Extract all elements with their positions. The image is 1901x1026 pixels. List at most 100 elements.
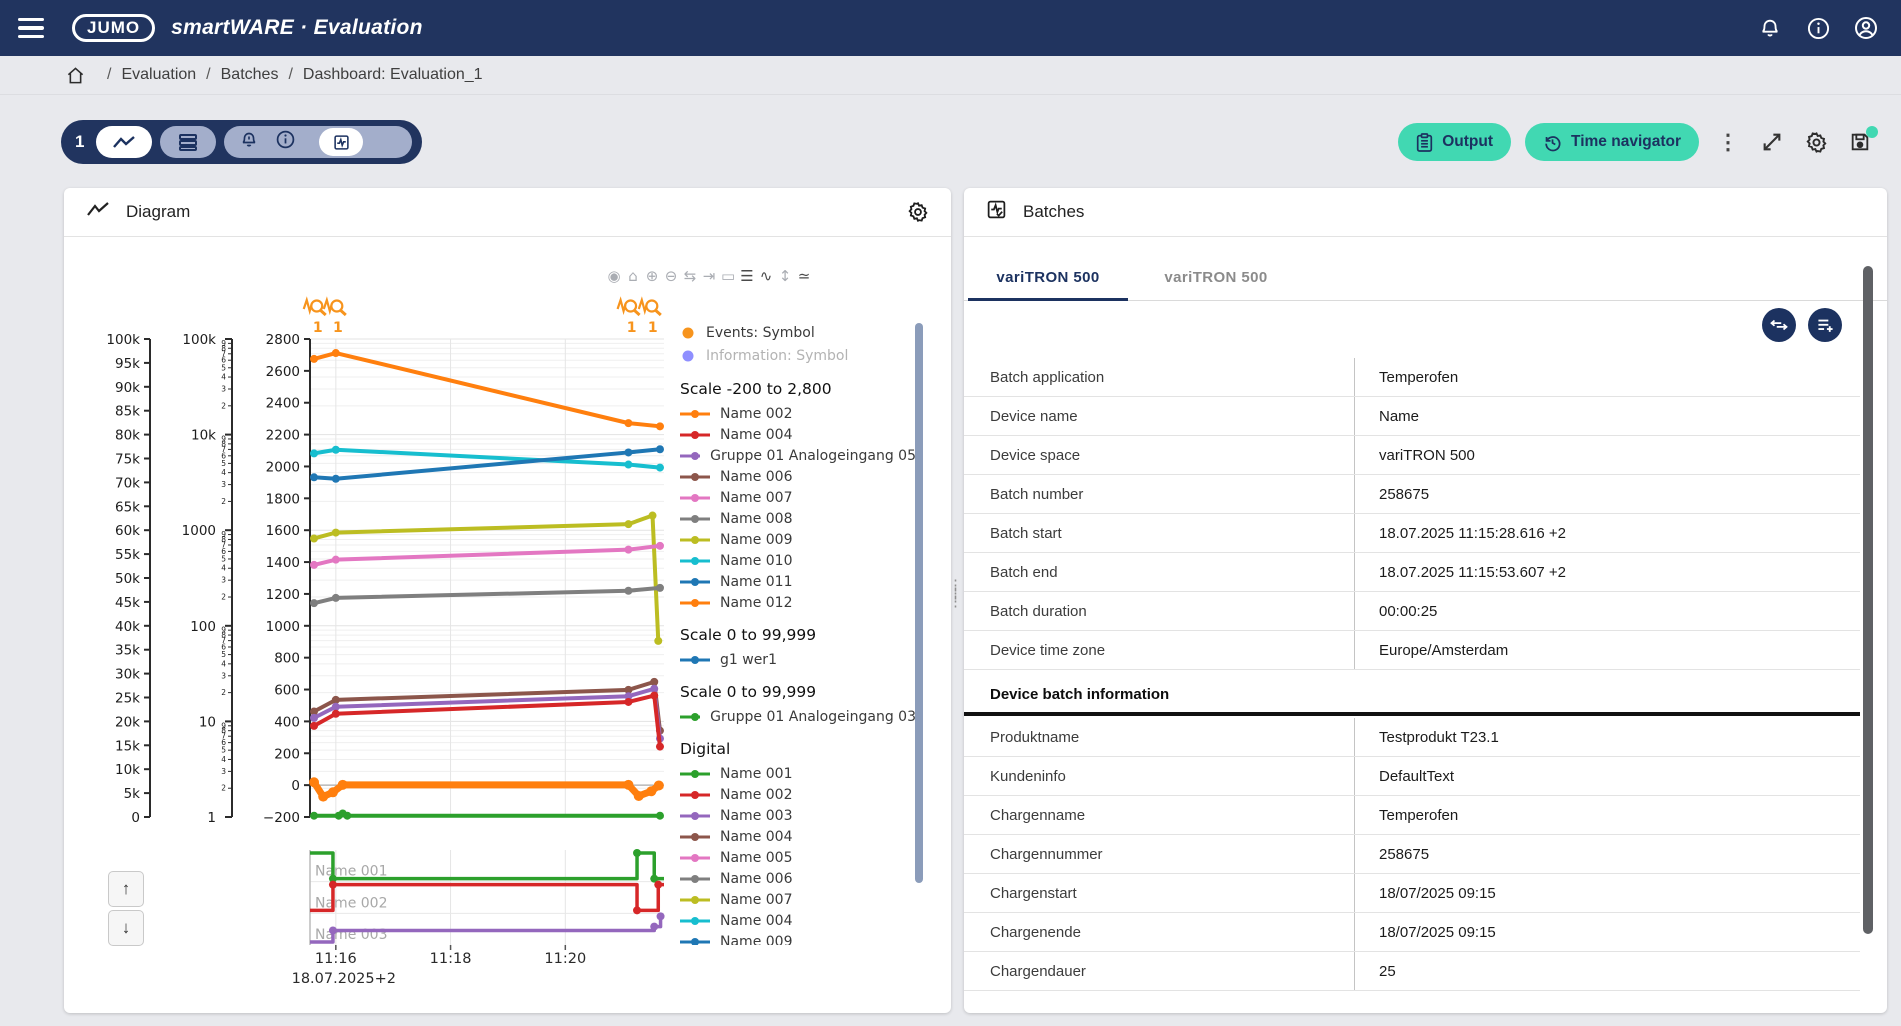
legend-item[interactable]: Name 004	[680, 910, 916, 931]
tab-alarms[interactable]	[240, 130, 258, 154]
legend-item[interactable]: Name 009	[680, 931, 916, 945]
row-label: Produktname	[964, 729, 1354, 746]
legend-item[interactable]: Information: Symbol	[680, 344, 916, 367]
series-line[interactable]	[314, 782, 659, 796]
table-row: Device nameName	[964, 397, 1860, 436]
legend-item[interactable]: Name 006	[680, 466, 916, 487]
row-value: variTRON 500	[1354, 436, 1860, 474]
more-options-icon[interactable]: ⋮	[1713, 127, 1743, 157]
legend-item-label: Name 003	[720, 808, 792, 824]
info-icon[interactable]	[1805, 15, 1831, 41]
stacked-icon[interactable]: ≃	[797, 267, 811, 285]
batches-scrollbar[interactable]	[1863, 266, 1873, 934]
legend-item[interactable]: Events: Symbol	[680, 321, 916, 344]
legend-item[interactable]: Name 009	[680, 529, 916, 550]
legend-item[interactable]: Name 004	[680, 826, 916, 847]
breadcrumb-item[interactable]: Batches	[221, 66, 279, 83]
settings-gear-icon[interactable]	[1801, 127, 1831, 157]
move-up-button[interactable]: ↑	[108, 871, 144, 907]
legend-item-label: Events: Symbol	[706, 325, 815, 341]
tab-diagram[interactable]	[96, 126, 152, 158]
legend-item-label: Name 006	[720, 871, 792, 887]
select-icon[interactable]: ⇥	[702, 267, 716, 285]
legend-item-label: Information: Symbol	[706, 348, 848, 364]
view-tabs: 1	[61, 120, 422, 164]
move-down-button[interactable]: ↓	[108, 910, 144, 946]
legend-line-swatch	[680, 916, 710, 926]
legend-item[interactable]: Name 002	[680, 784, 916, 805]
legend-item[interactable]: Name 007	[680, 889, 916, 910]
legend-scrollbar[interactable]	[915, 323, 923, 883]
account-icon[interactable]	[1853, 15, 1879, 41]
series-line[interactable]	[314, 588, 660, 603]
legend-line-swatch	[680, 790, 710, 800]
breadcrumb-separator: /	[288, 66, 292, 83]
svg-text:5: 5	[221, 650, 226, 659]
series-line[interactable]	[314, 353, 660, 426]
home-icon[interactable]: ⌂	[626, 267, 640, 285]
legend-line-swatch	[680, 556, 710, 566]
legend-item[interactable]: Name 006	[680, 868, 916, 889]
legend-item[interactable]: Name 008	[680, 508, 916, 529]
panel-title-batches: Batches	[1023, 202, 1084, 222]
lines-icon[interactable]: ∿	[759, 267, 773, 285]
legend-item[interactable]: Name 005	[680, 847, 916, 868]
camera-icon[interactable]: ◉	[607, 267, 621, 285]
row-label: Device name	[964, 408, 1354, 425]
home-icon[interactable]	[66, 66, 85, 85]
tab-table[interactable]	[160, 126, 216, 158]
menu-icon[interactable]	[18, 18, 44, 38]
svg-text:3: 3	[221, 384, 226, 393]
row-value: 18.07.2025 11:15:53.607 +2	[1354, 553, 1860, 591]
diagram-icon	[86, 202, 110, 222]
zoom-in-icon[interactable]: ⊕	[645, 267, 659, 285]
table-row: Chargendauer25	[964, 952, 1860, 991]
diagram-settings-gear-icon[interactable]	[907, 201, 929, 223]
tab-info[interactable]	[276, 130, 295, 154]
breadcrumb-item[interactable]: Dashboard: Evaluation_1	[303, 66, 483, 83]
batch-tab[interactable]: variTRON 500	[1132, 256, 1300, 300]
row-value: 25	[1354, 952, 1860, 990]
autoscale-icon[interactable]: ↕	[778, 267, 792, 285]
legend-line-swatch	[680, 514, 710, 524]
legend-item-label: Name 002	[720, 787, 792, 803]
legend-item[interactable]: Name 011	[680, 571, 916, 592]
event-marker-icon[interactable]: 1	[639, 300, 661, 336]
breadcrumb-item[interactable]: Evaluation	[121, 66, 196, 83]
event-marker-icon[interactable]: 1	[618, 300, 640, 336]
series-line[interactable]	[314, 546, 660, 565]
legend-item[interactable]: g1 wer1	[680, 649, 916, 670]
table-row: ChargennameTemperofen	[964, 796, 1860, 835]
legend-item[interactable]: Name 003	[680, 805, 916, 826]
swap-arrows-icon[interactable]	[1762, 308, 1796, 342]
fullscreen-icon[interactable]	[1757, 127, 1787, 157]
zoom-out-icon[interactable]: ⊖	[664, 267, 678, 285]
series-line[interactable]	[314, 813, 660, 815]
legend-item[interactable]: Name 002	[680, 403, 916, 424]
output-button[interactable]: Output	[1398, 123, 1511, 161]
legend-item[interactable]: Name 004	[680, 424, 916, 445]
pan-icon[interactable]: ⇆	[683, 267, 697, 285]
event-marker-icon[interactable]: 1	[304, 300, 326, 336]
row-label: Chargenende	[964, 924, 1354, 941]
tab-batches[interactable]	[319, 128, 363, 156]
legend-item[interactable]: Name 010	[680, 550, 916, 571]
time-navigator-button[interactable]: Time navigator	[1525, 123, 1699, 161]
eraser-icon[interactable]: ▭	[721, 267, 735, 285]
row-value: Temperofen	[1354, 796, 1860, 834]
legend-item[interactable]: Name 012	[680, 592, 916, 613]
layers-icon[interactable]: ☰	[740, 267, 754, 285]
event-marker-icon[interactable]: 1	[324, 300, 346, 336]
legend-item[interactable]: Name 007	[680, 487, 916, 508]
top-navbar: JUMO smartWARE · Evaluation	[0, 0, 1901, 56]
legend-item[interactable]: Name 001	[680, 763, 916, 784]
svg-text:10k: 10k	[115, 762, 140, 778]
row-value: Europe/Amsterdam	[1354, 631, 1860, 669]
notifications-bell-icon[interactable]	[1757, 15, 1783, 41]
jumo-logo: JUMO	[72, 14, 155, 42]
batch-tab[interactable]: variTRON 500	[964, 256, 1132, 300]
legend-item[interactable]: Gruppe 01 Analogeingang 03	[680, 706, 916, 727]
save-icon[interactable]	[1845, 127, 1875, 157]
playlist-add-icon[interactable]	[1808, 308, 1842, 342]
legend-item[interactable]: Gruppe 01 Analogeingang 05	[680, 445, 916, 466]
